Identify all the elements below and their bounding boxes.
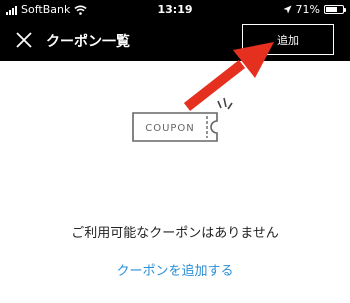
location-icon <box>283 5 292 14</box>
coupon-label: COUPON <box>145 123 195 134</box>
close-icon[interactable] <box>14 30 34 50</box>
battery-percent: 71% <box>295 3 320 16</box>
status-bar: SoftBank 13:19 71% <box>0 0 350 19</box>
battery-icon <box>324 5 346 14</box>
page-title: クーポン一覧 <box>46 34 130 50</box>
battery-fill <box>326 7 337 12</box>
status-right: 71% <box>283 3 346 16</box>
add-coupon-link[interactable]: クーポンを追加する <box>0 260 350 279</box>
coupon-illustration: COUPON <box>132 97 233 142</box>
empty-state-message: ご利用可能なクーポンはありません <box>71 226 279 241</box>
header-bar: クーポン一覧 追加 <box>0 19 350 61</box>
